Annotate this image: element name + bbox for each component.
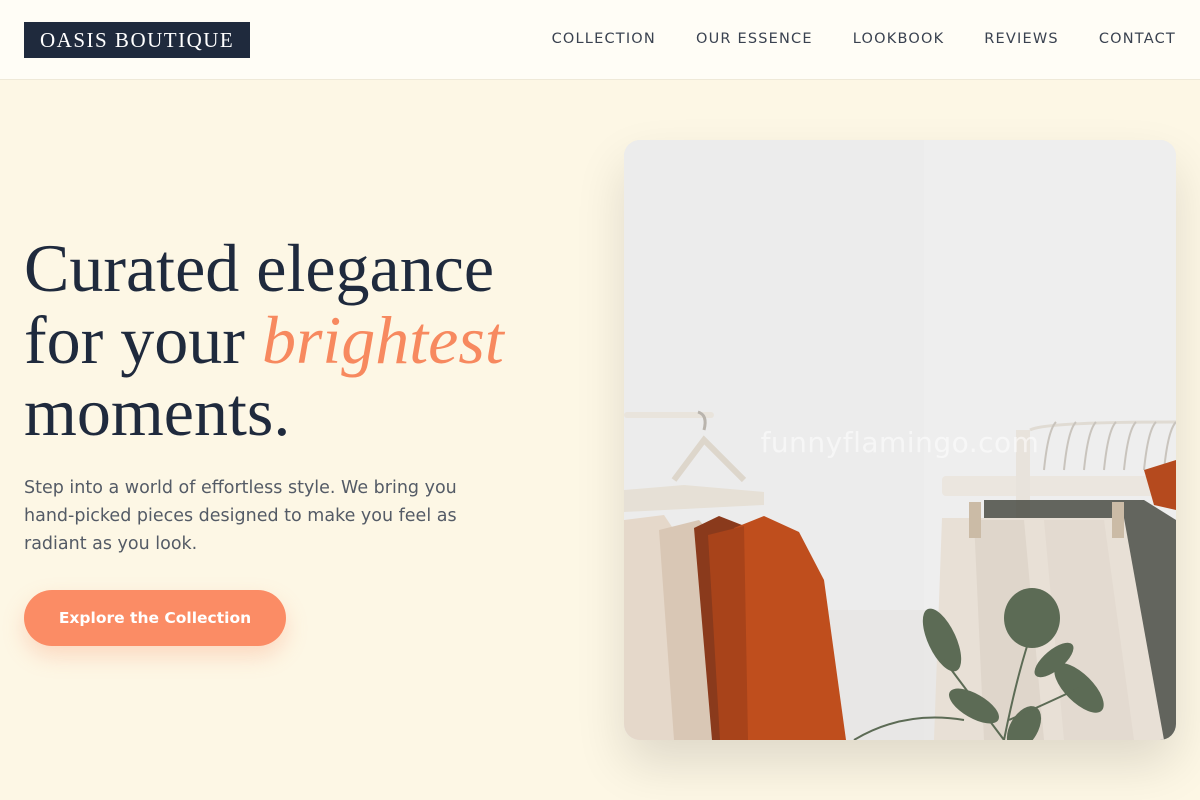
hero-title-accent: brightest	[261, 302, 504, 378]
hero-title-line3: moments.	[24, 374, 291, 450]
hero-image: funnyflamingo.com	[624, 140, 1176, 740]
explore-collection-button[interactable]: Explore the Collection	[24, 590, 286, 646]
site-header: OASIS BOUTIQUE COLLECTION OUR ESSENCE LO…	[0, 0, 1200, 80]
hero-subtitle: Step into a world of effortless style. W…	[24, 478, 457, 554]
hero-title-line1: Curated elegance	[24, 230, 495, 306]
main-nav: COLLECTION OUR ESSENCE LOOKBOOK REVIEWS …	[552, 28, 1176, 50]
nav-link-lookbook[interactable]: LOOKBOOK	[853, 28, 945, 50]
nav-link-collection[interactable]: COLLECTION	[552, 28, 656, 50]
hero-title-line2: for your	[24, 302, 262, 378]
brand-logo[interactable]: OASIS BOUTIQUE	[24, 22, 251, 58]
image-watermark: funnyflamingo.com	[760, 426, 1040, 459]
nav-link-contact[interactable]: CONTACT	[1099, 28, 1176, 50]
nav-link-reviews[interactable]: REVIEWS	[984, 28, 1059, 50]
hero-title: Curated elegance for your brightest moment…	[24, 232, 604, 448]
nav-link-our-essence[interactable]: OUR ESSENCE	[696, 28, 813, 50]
